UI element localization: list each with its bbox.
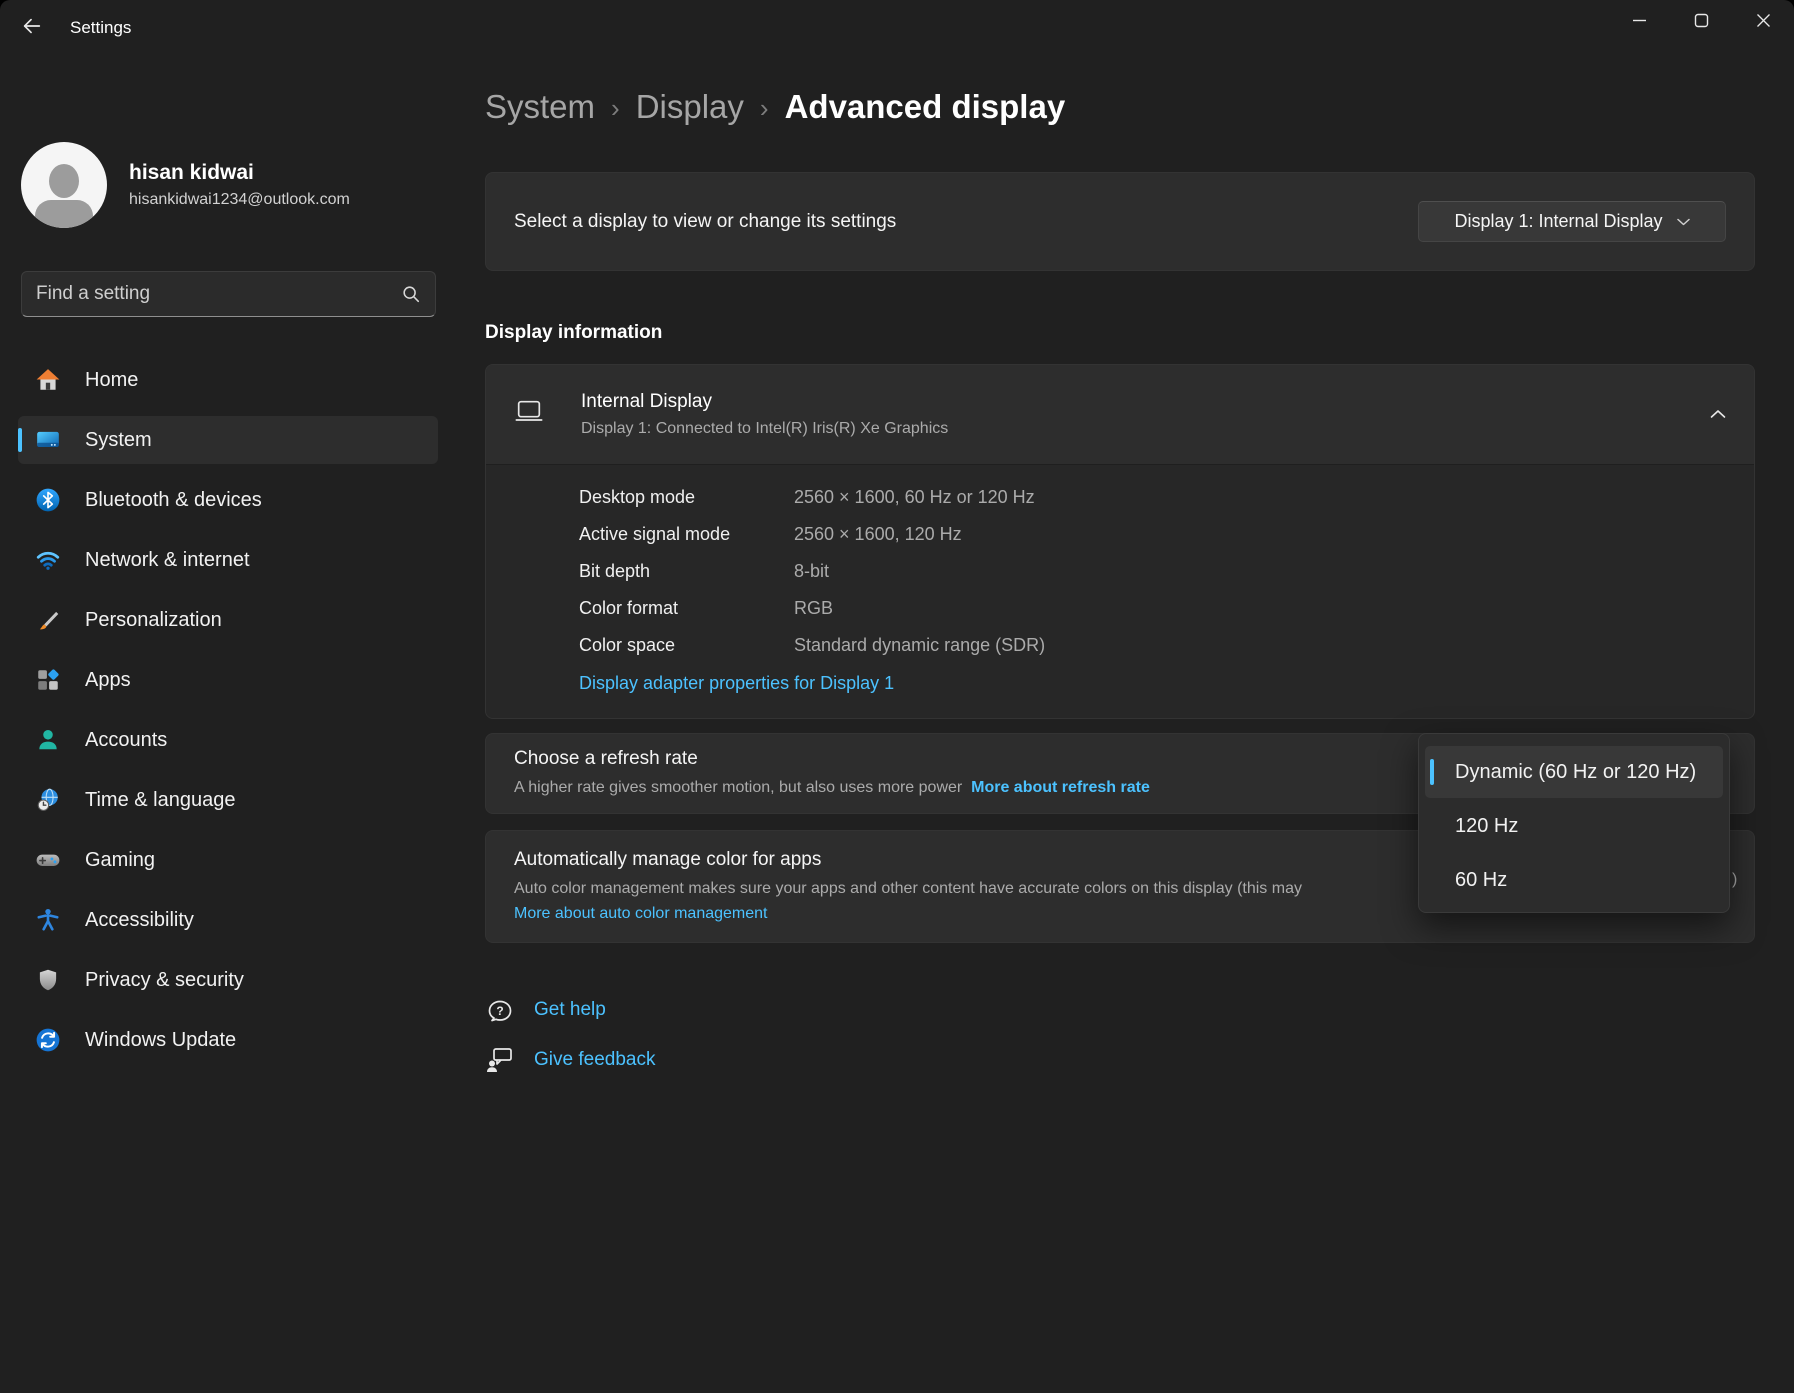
sidebar-item-home[interactable]: Home bbox=[18, 356, 438, 404]
refresh-rate-dropdown-menu: Dynamic (60 Hz or 120 Hz) 120 Hz 60 Hz bbox=[1418, 733, 1730, 913]
display-selector-label: Select a display to view or change its s… bbox=[514, 211, 1418, 233]
display-selector-value: Display 1: Internal Display bbox=[1454, 211, 1662, 232]
detail-value: 8-bit bbox=[794, 561, 829, 582]
sidebar-item-system[interactable]: System bbox=[18, 416, 438, 464]
detail-label: Desktop mode bbox=[579, 487, 794, 508]
user-name: hisan kidwai bbox=[129, 161, 350, 185]
give-feedback-icon bbox=[485, 1045, 517, 1075]
display-selector-card: Select a display to view or change its s… bbox=[485, 172, 1755, 271]
breadcrumb-system[interactable]: System bbox=[485, 88, 595, 126]
sidebar-item-network-internet[interactable]: Network & internet bbox=[18, 536, 438, 584]
breadcrumb-separator: › bbox=[760, 90, 769, 124]
back-button[interactable] bbox=[12, 10, 52, 46]
settings-window: Settings hisan kidwai hisankidwai1234@ou… bbox=[0, 0, 1794, 1393]
sidebar: hisan kidwai hisankidwai1234@outlook.com… bbox=[0, 56, 460, 1393]
apps-icon bbox=[35, 667, 61, 693]
display-adapter-properties-link[interactable]: Display adapter properties for Display 1 bbox=[579, 664, 1754, 703]
more-about-refresh-rate-link[interactable]: More about refresh rate bbox=[971, 779, 1150, 796]
sidebar-item-label: Home bbox=[85, 369, 138, 392]
detail-value: Standard dynamic range (SDR) bbox=[794, 635, 1045, 656]
svg-text:?: ? bbox=[496, 1004, 503, 1018]
sidebar-item-label: Accounts bbox=[85, 729, 167, 752]
detail-row-desktop-mode: Desktop mode 2560 × 1600, 60 Hz or 120 H… bbox=[486, 479, 1754, 516]
detail-row-color-format: Color format RGB bbox=[486, 590, 1754, 627]
sidebar-item-time-language[interactable]: Time & language bbox=[18, 776, 438, 824]
get-help-label: Get help bbox=[534, 999, 606, 1021]
sidebar-item-apps[interactable]: Apps bbox=[18, 656, 438, 704]
detail-label: Color space bbox=[579, 635, 794, 656]
auto-color-subtitle-cutoff: ) bbox=[1732, 871, 1737, 889]
give-feedback-link[interactable]: Give feedback bbox=[485, 1045, 655, 1075]
internal-display-subtitle: Display 1: Connected to Intel(R) Iris(R)… bbox=[581, 420, 1710, 438]
network-icon bbox=[35, 547, 61, 573]
search-input[interactable] bbox=[22, 283, 401, 305]
chevron-down-icon bbox=[1677, 213, 1690, 231]
sidebar-item-accounts[interactable]: Accounts bbox=[18, 716, 438, 764]
avatar bbox=[21, 142, 107, 228]
main-content: System › Display › Advanced display Sele… bbox=[460, 0, 1794, 1393]
detail-label: Color format bbox=[579, 598, 794, 619]
windows-update-icon bbox=[35, 1027, 61, 1053]
detail-row-color-space: Color space Standard dynamic range (SDR) bbox=[486, 627, 1754, 664]
sidebar-item-privacy-security[interactable]: Privacy & security bbox=[18, 956, 438, 1004]
home-icon bbox=[35, 367, 61, 393]
display-information-details: Desktop mode 2560 × 1600, 60 Hz or 120 H… bbox=[486, 465, 1754, 719]
sidebar-item-label: Gaming bbox=[85, 849, 155, 872]
search-icon bbox=[401, 284, 421, 304]
detail-label: Active signal mode bbox=[579, 524, 794, 545]
page-title: Advanced display bbox=[785, 88, 1066, 126]
menu-item-60hz[interactable]: 60 Hz bbox=[1425, 854, 1723, 906]
personalization-icon bbox=[35, 607, 61, 633]
detail-row-active-signal-mode: Active signal mode 2560 × 1600, 120 Hz bbox=[486, 516, 1754, 553]
sidebar-item-label: System bbox=[85, 429, 152, 452]
internal-display-title: Internal Display bbox=[581, 391, 1710, 413]
sidebar-item-bluetooth-devices[interactable]: Bluetooth & devices bbox=[18, 476, 438, 524]
sidebar-item-label: Apps bbox=[85, 669, 131, 692]
detail-value: RGB bbox=[794, 598, 833, 619]
privacy-security-icon bbox=[35, 967, 61, 993]
sidebar-item-personalization[interactable]: Personalization bbox=[18, 596, 438, 644]
sidebar-item-label: Network & internet bbox=[85, 549, 250, 572]
section-title-display-information: Display information bbox=[485, 322, 662, 344]
breadcrumb: System › Display › Advanced display bbox=[485, 88, 1065, 126]
user-profile[interactable]: hisan kidwai hisankidwai1234@outlook.com bbox=[21, 142, 350, 228]
sidebar-item-label: Privacy & security bbox=[85, 969, 244, 992]
breadcrumb-separator: › bbox=[611, 90, 620, 124]
chevron-up-icon[interactable] bbox=[1710, 406, 1726, 424]
back-arrow-icon bbox=[21, 15, 43, 42]
give-feedback-label: Give feedback bbox=[534, 1049, 655, 1071]
sidebar-nav: Home System Bluetooth & devices Network … bbox=[18, 356, 438, 1076]
display-information-card: Internal Display Display 1: Connected to… bbox=[485, 364, 1755, 719]
sidebar-item-gaming[interactable]: Gaming bbox=[18, 836, 438, 884]
sidebar-item-label: Time & language bbox=[85, 789, 235, 812]
menu-item-dynamic[interactable]: Dynamic (60 Hz or 120 Hz) bbox=[1425, 746, 1723, 798]
laptop-display-icon bbox=[514, 397, 544, 432]
display-information-header[interactable]: Internal Display Display 1: Connected to… bbox=[486, 365, 1754, 465]
detail-value: 2560 × 1600, 120 Hz bbox=[794, 524, 962, 545]
get-help-link[interactable]: ? Get help bbox=[485, 995, 606, 1025]
refresh-rate-subtitle-text: A higher rate gives smoother motion, but… bbox=[514, 779, 962, 796]
system-icon bbox=[35, 427, 61, 453]
display-selector-dropdown[interactable]: Display 1: Internal Display bbox=[1418, 201, 1726, 242]
accessibility-icon bbox=[35, 907, 61, 933]
sidebar-item-windows-update[interactable]: Windows Update bbox=[18, 1016, 438, 1064]
time-language-icon bbox=[35, 787, 61, 813]
bluetooth-icon bbox=[35, 487, 61, 513]
user-email: hisankidwai1234@outlook.com bbox=[129, 191, 350, 209]
sidebar-item-label: Accessibility bbox=[85, 909, 194, 932]
search-box[interactable] bbox=[21, 271, 436, 317]
gaming-icon bbox=[35, 847, 61, 873]
detail-label: Bit depth bbox=[579, 561, 794, 582]
sidebar-item-label: Personalization bbox=[85, 609, 222, 632]
app-title: Settings bbox=[70, 0, 131, 56]
detail-row-bit-depth: Bit depth 8-bit bbox=[486, 553, 1754, 590]
detail-value: 2560 × 1600, 60 Hz or 120 Hz bbox=[794, 487, 1035, 508]
get-help-icon: ? bbox=[485, 995, 517, 1025]
breadcrumb-display[interactable]: Display bbox=[636, 88, 744, 126]
sidebar-item-label: Bluetooth & devices bbox=[85, 489, 262, 512]
accounts-icon bbox=[35, 727, 61, 753]
sidebar-item-label: Windows Update bbox=[85, 1029, 236, 1052]
sidebar-item-accessibility[interactable]: Accessibility bbox=[18, 896, 438, 944]
menu-item-120hz[interactable]: 120 Hz bbox=[1425, 800, 1723, 852]
